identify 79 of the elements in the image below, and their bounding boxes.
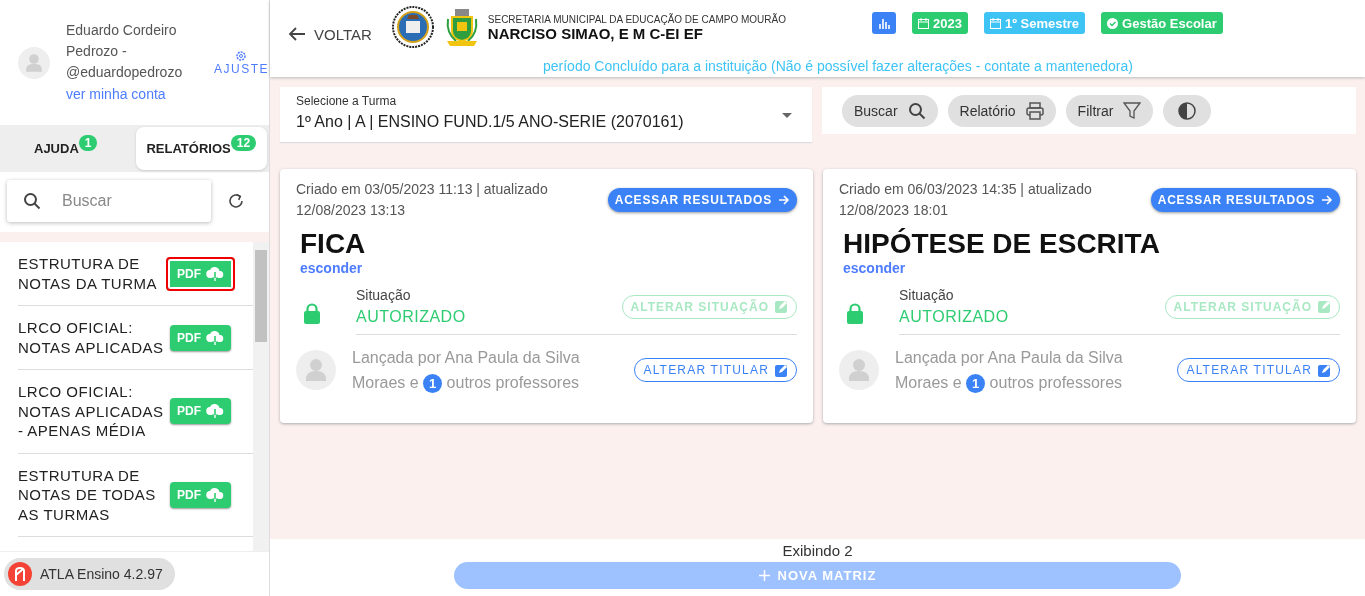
- arrow-right-icon: [1321, 194, 1333, 206]
- plus-icon: [758, 570, 770, 581]
- change-owner-button[interactable]: ALTERAR TITULAR: [1177, 358, 1340, 382]
- search-icon: [907, 101, 926, 120]
- avatar-icon: [296, 350, 336, 390]
- edit-icon: [775, 363, 788, 377]
- select-value: 1º Ano | A | ENSINO FUND.1/5 ANO-SERIE (2070161): [296, 113, 685, 131]
- period-notice: período Concluído para a instituição (Não é possível fazer alterações - contate a mantenedora): [543, 58, 1134, 74]
- pdf-download-button[interactable]: PDF: [170, 481, 231, 508]
- calendar-icon: [989, 17, 1001, 29]
- arrow-left-icon: [288, 26, 306, 42]
- scrollbar[interactable]: [253, 242, 269, 551]
- report-button[interactable]: Relatório: [947, 94, 1056, 127]
- calendar-icon: [918, 17, 929, 29]
- cloud-download-icon: [206, 265, 224, 282]
- report-title: LRCO OFICIAL: NOTAS APLICADAS - APENAS MÉDIA: [18, 382, 165, 441]
- info-chip: 2023: [912, 12, 968, 34]
- check-circle-icon: [1107, 17, 1119, 29]
- gear-icon: [235, 49, 248, 62]
- lock-icon: [304, 302, 320, 324]
- result-count: Exibindo 2: [782, 542, 853, 559]
- count-badge: 12: [230, 134, 257, 151]
- cloud-download-icon: [206, 329, 224, 346]
- filter-button[interactable]: Filtrar: [1065, 94, 1154, 127]
- printer-icon: [1025, 101, 1044, 120]
- caret-icon: [782, 113, 792, 118]
- sidebar-tab[interactable]: RELATÓRIOS 12: [135, 127, 267, 170]
- pdf-download-button[interactable]: PDF: [170, 398, 231, 425]
- refresh-icon[interactable]: [227, 192, 245, 210]
- access-results-button[interactable]: ACESSAR RESULTADOS: [1150, 188, 1340, 212]
- cloud-download-icon: [206, 403, 224, 420]
- app-logo-icon: [8, 562, 32, 586]
- report-title: ESTRUTURA DE NOTAS DE TODAS AS TURMAS: [18, 465, 157, 524]
- report-title: LRCO OFICIAL: NOTAS APLICADAS: [18, 318, 165, 357]
- filter-icon: [1123, 101, 1142, 120]
- cloud-download-icon: [206, 486, 224, 503]
- class-select[interactable]: Selecione a Turma 1º Ano | A | ENSINO FUND.1/5 ANO-SERIE (2070161): [280, 87, 812, 142]
- back-button[interactable]: VOLTAR: [288, 25, 372, 43]
- contrast-button[interactable]: [1163, 94, 1212, 127]
- account-link[interactable]: ver minha conta: [66, 83, 166, 105]
- edit-icon: [775, 300, 788, 313]
- hide-link[interactable]: esconder: [843, 260, 906, 276]
- avatar-icon: [839, 350, 879, 390]
- lock-icon: [847, 302, 863, 324]
- access-results-button[interactable]: ACESSAR RESULTADOS: [607, 188, 797, 212]
- pdf-download-button[interactable]: PDF: [166, 256, 235, 291]
- contrast-icon: [1178, 101, 1197, 120]
- matrix-title: HIPÓTESE DE ESCRITA: [843, 229, 1161, 259]
- school-name: NARCISO SIMAO, E M C-EI EF: [487, 25, 704, 42]
- user-name: Eduardo Cordeiro Pedrozo - @eduardopedrozo: [66, 21, 184, 82]
- status-label: Situação: [899, 287, 955, 303]
- status-value: AUTORIZADO: [899, 308, 1009, 326]
- report-title: ESTRUTURA DE NOTAS DA TURMA: [18, 254, 158, 293]
- emblem-icon: [391, 5, 434, 49]
- matrix-title: FICA: [300, 229, 367, 259]
- info-chip: 1º Semestre: [983, 12, 1086, 34]
- info-chip: Gestão Escolar: [1101, 12, 1223, 34]
- settings-button[interactable]: AJUSTE: [214, 49, 269, 76]
- version-badge: ATLA Ensino 4.2.97: [4, 558, 175, 590]
- stats-button[interactable]: [872, 12, 896, 34]
- author-text: Lançada por Ana Paula da Silva Moraes e 1 outros professores: [895, 348, 1124, 395]
- edit-icon: [1318, 363, 1331, 377]
- bar-chart-icon: [878, 17, 890, 29]
- sidebar-tab[interactable]: AJUDA 1: [0, 125, 132, 172]
- pdf-download-button[interactable]: PDF: [170, 324, 231, 351]
- status-value: AUTORIZADO: [356, 308, 466, 326]
- author-text: Lançada por Ana Paula da Silva Moraes e 1 outros professores: [352, 348, 581, 395]
- change-owner-button[interactable]: ALTERAR TITULAR: [634, 358, 797, 382]
- arrow-right-icon: [778, 194, 790, 206]
- created-date: Criado em 06/03/2023 14:35 | atualizado 12/08/2023 18:01: [839, 180, 1093, 220]
- count-badge: 1: [78, 134, 98, 151]
- search-field[interactable]: Buscar: [7, 180, 211, 222]
- hide-link[interactable]: esconder: [300, 260, 363, 276]
- secretariat-name: SECRETARIA MUNICIPAL DA EDUCAÇÃO DE CAMPO MOURÃO: [487, 12, 786, 26]
- edit-icon: [1318, 300, 1331, 313]
- search-button[interactable]: Buscar: [842, 94, 938, 127]
- select-label: Selecione a Turma: [296, 94, 398, 108]
- status-label: Situação: [356, 287, 412, 303]
- created-date: Criado em 03/05/2023 11:13 | atualizado 12/08/2023 13:13: [296, 180, 549, 220]
